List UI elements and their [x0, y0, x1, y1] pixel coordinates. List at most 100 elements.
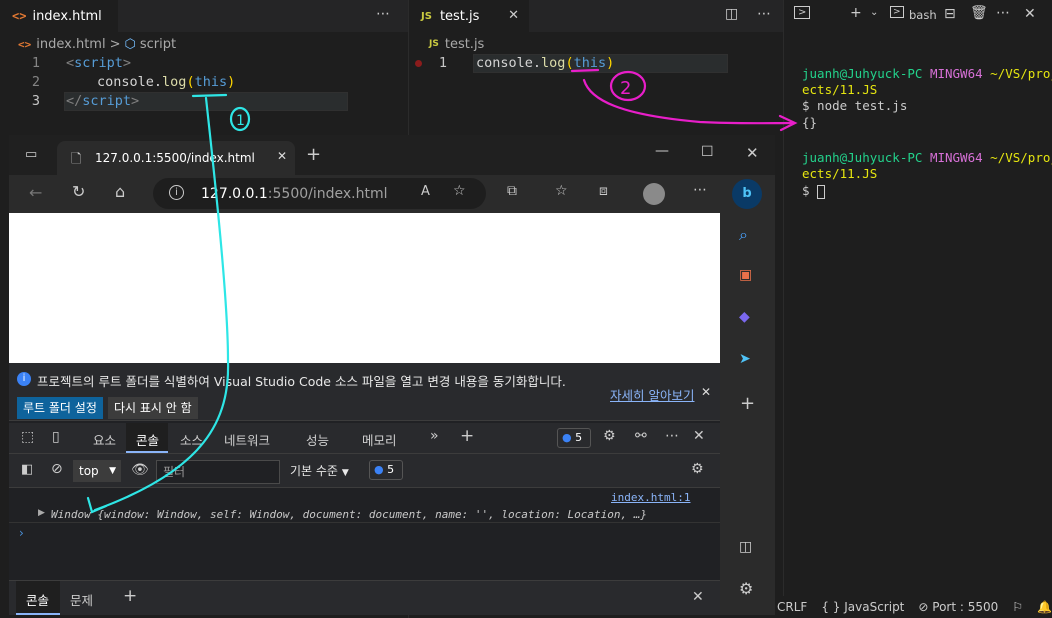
- close-drawer-icon[interactable]: ✕: [692, 589, 704, 605]
- add-favorite-icon[interactable]: ☆: [453, 183, 466, 199]
- page-viewport[interactable]: [9, 213, 720, 363]
- code-function: log: [162, 74, 187, 90]
- code-line-1[interactable]: <script>: [66, 54, 131, 73]
- breadcrumb-file[interactable]: index.html: [36, 37, 105, 52]
- live-server-port[interactable]: ⊘ Port : 5500: [918, 600, 998, 614]
- filter-input[interactable]: 필터: [156, 460, 280, 484]
- customize-icon[interactable]: ⚯: [635, 428, 647, 444]
- profile-avatar[interactable]: [643, 183, 665, 205]
- console-settings-icon[interactable]: ⚙: [691, 461, 704, 477]
- breadcrumb-file[interactable]: test.js: [445, 37, 484, 52]
- devtools-panel: i 프로젝트의 루트 폴더를 식별하여 Visual Studio Code 소…: [9, 363, 720, 615]
- close-tab-icon[interactable]: ✕: [508, 8, 519, 23]
- tab-memory[interactable]: 메모리: [362, 430, 397, 449]
- close-tab-icon[interactable]: ✕: [277, 149, 287, 163]
- issues-badge[interactable]: ● 5: [557, 428, 591, 448]
- tab-elements[interactable]: 요소: [93, 430, 116, 449]
- terminal-shell-label[interactable]: bash: [909, 8, 937, 22]
- terminal-header: > + ⌄ > bash ⊟ 🗑 ⋯ ✕: [784, 0, 1052, 30]
- sidebar-toggle-icon[interactable]: ◫: [739, 539, 752, 555]
- tab-network[interactable]: 네트워크: [224, 430, 270, 449]
- eye-icon[interactable]: 👁: [131, 462, 149, 478]
- drawer-tab-issues[interactable]: 문제: [70, 590, 93, 609]
- code-line-2[interactable]: console.log(this): [97, 73, 235, 92]
- expand-triangle-icon[interactable]: ▶: [38, 508, 45, 518]
- sidebar-toggle-icon[interactable]: ◧: [21, 462, 33, 477]
- tab-index-html[interactable]: <> index.html: [0, 0, 118, 32]
- favorites-icon[interactable]: ☆: [555, 183, 568, 199]
- code-keyword: this: [573, 55, 607, 71]
- browser-tab[interactable]: 🗋 127.0.0.1:5500/index.html ✕: [57, 141, 295, 175]
- more-icon[interactable]: ⋯: [693, 182, 707, 198]
- console-source-link[interactable]: index.html:1: [611, 491, 690, 504]
- level-issues-badge[interactable]: ● 5: [369, 460, 403, 480]
- dont-show-again-button[interactable]: 다시 표시 안 함: [108, 397, 198, 419]
- tab-test-js[interactable]: JS test.js ✕: [409, 0, 529, 32]
- more-actions-icon[interactable]: ⋯: [665, 428, 679, 444]
- eol-indicator[interactable]: CRLF: [777, 600, 807, 614]
- close-devtools-icon[interactable]: ✕: [693, 428, 705, 444]
- bell-icon[interactable]: 🔔: [1037, 600, 1052, 614]
- line-number: 3: [31, 93, 40, 109]
- collections-icon[interactable]: ⧈: [599, 183, 608, 199]
- chevron-down-icon[interactable]: ⌄: [870, 7, 878, 18]
- clear-console-icon[interactable]: ⊘: [51, 461, 63, 477]
- more-actions-icon[interactable]: ⋯: [996, 5, 1010, 21]
- read-aloud-icon[interactable]: A: [421, 184, 430, 199]
- send-icon[interactable]: ➤: [739, 351, 751, 367]
- terminal-prompt[interactable]: $: [802, 183, 826, 199]
- tab-performance[interactable]: 성능: [306, 430, 329, 449]
- terminal-icon[interactable]: >: [794, 6, 811, 19]
- split-editor-icon[interactable]: ◫: [725, 6, 738, 22]
- console-output[interactable]: index.html:1 ▶ Window {window: Window, s…: [9, 488, 720, 580]
- info-icon[interactable]: i: [169, 185, 184, 200]
- page-icon: 🗋: [71, 152, 82, 167]
- code-line-1[interactable]: console.log(this): [476, 54, 614, 73]
- device-icon[interactable]: ▯: [52, 429, 60, 445]
- close-panel-icon[interactable]: ✕: [1024, 6, 1036, 22]
- tab-sources[interactable]: 소스: [180, 430, 203, 449]
- maximize-icon[interactable]: ☐: [701, 144, 714, 160]
- tag-open: </: [66, 93, 83, 109]
- tab-console[interactable]: 콘솔: [126, 423, 168, 453]
- extensions-icon[interactable]: ⧉: [507, 183, 517, 199]
- split-terminal-icon[interactable]: ⊟: [944, 6, 956, 22]
- new-tab-icon[interactable]: +: [306, 144, 321, 165]
- more-tabs-icon[interactable]: »: [430, 428, 439, 444]
- feedback-icon[interactable]: ⚐: [1012, 600, 1023, 614]
- learn-more-link[interactable]: 자세히 알아보기: [610, 385, 694, 404]
- bing-icon[interactable]: b: [732, 179, 762, 209]
- context-select[interactable]: top ▼: [73, 460, 121, 482]
- log-level-select[interactable]: 기본 수준 ▼: [290, 462, 349, 479]
- console-prompt-icon[interactable]: ›: [19, 526, 24, 540]
- more-actions-icon[interactable]: ⋯: [376, 6, 390, 22]
- close-infobar-icon[interactable]: ✕: [701, 385, 711, 399]
- console-message[interactable]: ▶ Window {window: Window, self: Window, …: [9, 507, 720, 523]
- code-line-3[interactable]: </script>: [66, 92, 139, 111]
- minimize-icon[interactable]: —: [655, 143, 669, 159]
- trash-icon[interactable]: 🗑: [970, 5, 988, 21]
- set-root-folder-button[interactable]: 루트 폴더 설정: [17, 397, 103, 419]
- office-icon[interactable]: ◆: [739, 309, 750, 325]
- language-indicator[interactable]: { } JavaScript: [821, 600, 904, 614]
- settings-icon[interactable]: ⚙: [603, 428, 616, 444]
- refresh-icon[interactable]: ↻: [72, 182, 85, 201]
- add-drawer-tab-icon[interactable]: +: [123, 586, 137, 606]
- close-window-icon[interactable]: ✕: [746, 144, 759, 162]
- search-icon[interactable]: ⌕: [739, 225, 748, 245]
- url-input[interactable]: i 127.0.0.1:5500/index.html A ☆: [153, 178, 486, 209]
- more-actions-icon[interactable]: ⋯: [757, 6, 771, 22]
- inspect-icon[interactable]: ⬚: [21, 429, 34, 445]
- breakpoint-icon[interactable]: [415, 60, 422, 67]
- settings-icon[interactable]: ⚙: [739, 579, 753, 598]
- breadcrumb-symbol[interactable]: script: [140, 37, 176, 52]
- drawer-tab-console[interactable]: 콘솔: [16, 581, 60, 615]
- tools-icon[interactable]: ▣: [739, 267, 752, 283]
- home-icon[interactable]: ⌂: [115, 182, 125, 201]
- new-terminal-icon[interactable]: +: [850, 5, 862, 21]
- back-icon[interactable]: ←: [29, 183, 42, 202]
- terminal-panel[interactable]: > + ⌄ > bash ⊟ 🗑 ⋯ ✕ juanh@Juhyuck-PC MI…: [783, 0, 1052, 618]
- add-tab-icon[interactable]: +: [460, 426, 474, 446]
- add-icon[interactable]: +: [740, 393, 755, 414]
- tab-actions-icon[interactable]: ▭: [25, 147, 37, 162]
